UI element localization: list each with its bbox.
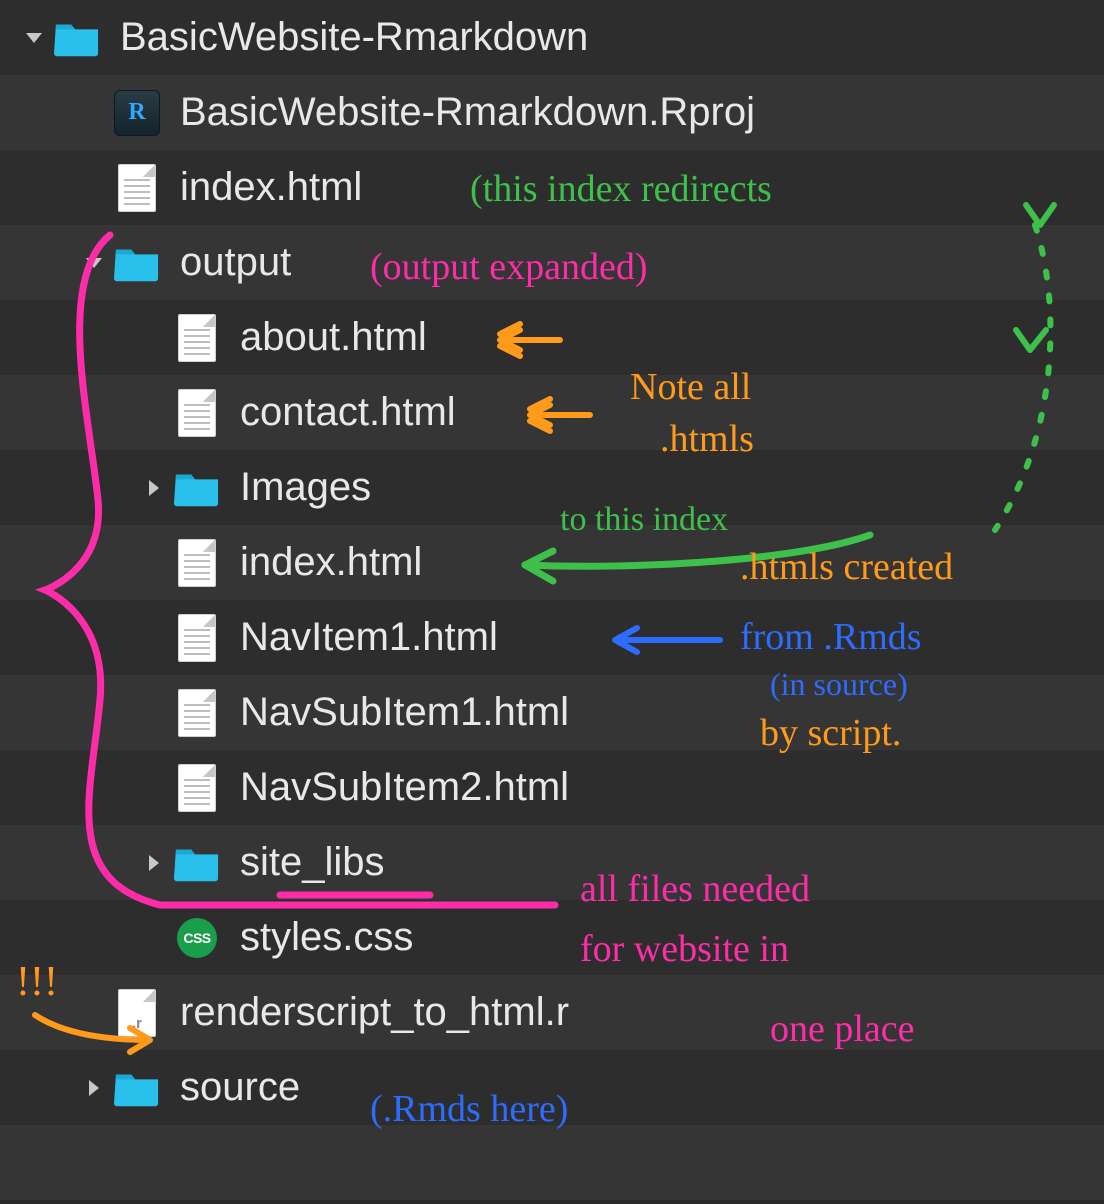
html-file-icon [112, 163, 162, 213]
tree-row-root[interactable]: BasicWebsite-Rmarkdown [0, 0, 1104, 75]
file-label: site_libs [240, 840, 385, 885]
tree-row-navitem1[interactable]: NavItem1.html [0, 600, 1104, 675]
folder-icon [52, 13, 102, 63]
file-label: Images [240, 465, 371, 510]
html-file-icon [172, 613, 222, 663]
file-tree: BasicWebsite-Rmarkdown R BasicWebsite-Rm… [0, 0, 1104, 1200]
chevron-right-icon[interactable] [136, 478, 172, 498]
chevron-right-icon[interactable] [76, 1078, 112, 1098]
file-label: index.html [180, 165, 362, 210]
tree-row-index-root[interactable]: index.html [0, 150, 1104, 225]
tree-row-sitelibs[interactable]: site_libs [0, 825, 1104, 900]
file-label: output [180, 240, 291, 285]
css-file-icon: CSS [172, 913, 222, 963]
html-file-icon [172, 538, 222, 588]
tree-row-renderscript[interactable]: renderscript_to_html.r [0, 975, 1104, 1050]
rproj-icon: R [112, 88, 162, 138]
tree-row-styles[interactable]: CSS styles.css [0, 900, 1104, 975]
tree-row-contact[interactable]: contact.html [0, 375, 1104, 450]
file-label: source [180, 1065, 300, 1110]
file-label: NavSubItem2.html [240, 765, 569, 810]
tree-row-rproj[interactable]: R BasicWebsite-Rmarkdown.Rproj [0, 75, 1104, 150]
html-file-icon [172, 763, 222, 813]
chevron-down-icon[interactable] [16, 28, 52, 48]
file-label: BasicWebsite-Rmarkdown [120, 15, 588, 60]
tree-row-navsubitem2[interactable]: NavSubItem2.html [0, 750, 1104, 825]
tree-row-empty [0, 1125, 1104, 1200]
folder-icon [112, 238, 162, 288]
file-label: NavItem1.html [240, 615, 498, 660]
html-file-icon [172, 388, 222, 438]
file-label: NavSubItem1.html [240, 690, 569, 735]
chevron-down-icon[interactable] [76, 253, 112, 273]
folder-icon [172, 463, 222, 513]
r-file-icon [112, 988, 162, 1038]
folder-icon [172, 838, 222, 888]
tree-row-index-out[interactable]: index.html [0, 525, 1104, 600]
chevron-right-icon[interactable] [136, 853, 172, 873]
file-label: index.html [240, 540, 422, 585]
file-label: renderscript_to_html.r [180, 990, 569, 1035]
file-label: about.html [240, 315, 427, 360]
tree-row-navsubitem1[interactable]: NavSubItem1.html [0, 675, 1104, 750]
file-label: BasicWebsite-Rmarkdown.Rproj [180, 90, 755, 135]
tree-row-output[interactable]: output [0, 225, 1104, 300]
tree-row-about[interactable]: about.html [0, 300, 1104, 375]
file-label: contact.html [240, 390, 456, 435]
html-file-icon [172, 313, 222, 363]
html-file-icon [172, 688, 222, 738]
tree-row-source[interactable]: source [0, 1050, 1104, 1125]
folder-icon [112, 1063, 162, 1113]
tree-row-images[interactable]: Images [0, 450, 1104, 525]
file-label: styles.css [240, 915, 413, 960]
